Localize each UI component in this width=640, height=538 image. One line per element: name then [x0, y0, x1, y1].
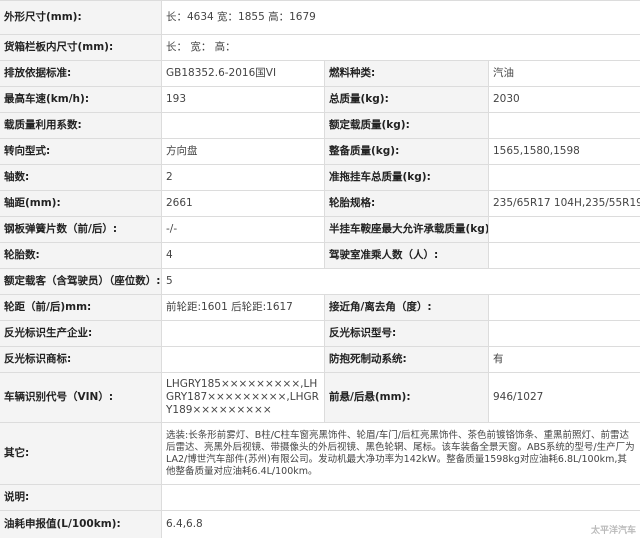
- value-dimensions: 长：4634 宽：1855 高：1679: [161, 1, 640, 34]
- label-saddle-load: 半挂车鞍座最大允许承载质量(kg):: [324, 217, 488, 242]
- label-abs: 防抱死制动系统:: [324, 347, 488, 372]
- table-row: 轮距（前/后)mm: 前轮距:1601 后轮距:1617 接近角/离去角（度）:: [0, 295, 640, 321]
- label-notes: 说明:: [0, 485, 161, 510]
- table-row: 外形尺寸(mm): 长：4634 宽：1855 高：1679: [0, 1, 640, 35]
- value-load-coefficient: [161, 113, 324, 138]
- table-row: 轴数: 2 准拖挂车总质量(kg):: [0, 165, 640, 191]
- value-notes: [161, 485, 640, 510]
- value-reflector-brand: [161, 347, 324, 372]
- value-fuel-type: 汽油: [488, 61, 640, 86]
- watermark-logo: 太平洋汽车: [590, 526, 636, 536]
- label-leaf-springs: 钢板弹簧片数（前/后）:: [0, 217, 161, 242]
- label-emission-standard: 排放依据标准:: [0, 61, 161, 86]
- value-max-speed: 193: [161, 87, 324, 112]
- value-wheelbase: 2661: [161, 191, 324, 216]
- value-vin: LHGRY185×××××××××,LHGRY187×××××××××,LHGR…: [161, 373, 324, 422]
- table-row: 轴距(mm): 2661 轮胎规格: 235/65R17 104H,235/55…: [0, 191, 640, 217]
- label-max-speed: 最高车速(km/h):: [0, 87, 161, 112]
- value-tire-count: 4: [161, 243, 324, 268]
- value-cab-occupants: [488, 243, 640, 268]
- table-row: 说明:: [0, 485, 640, 511]
- value-abs: 有: [488, 347, 640, 372]
- label-axles: 轴数:: [0, 165, 161, 190]
- label-reflector-model: 反光标识型号:: [324, 321, 488, 346]
- value-saddle-load: [488, 217, 640, 242]
- value-axles: 2: [161, 165, 324, 190]
- label-wheelbase: 轴距(mm):: [0, 191, 161, 216]
- label-load-coefficient: 载质量利用系数:: [0, 113, 161, 138]
- table-row: 反光标识生产企业: 反光标识型号:: [0, 321, 640, 347]
- label-curb-mass: 整备质量(kg):: [324, 139, 488, 164]
- value-overhang: 946/1027: [488, 373, 640, 422]
- value-track: 前轮距:1601 后轮距:1617: [161, 295, 324, 320]
- value-leaf-springs: -/-: [161, 217, 324, 242]
- label-steering: 转向型式:: [0, 139, 161, 164]
- value-tire-spec: 235/65R17 104H,235/55R19 101: [488, 191, 640, 216]
- value-total-mass: 2030: [488, 87, 640, 112]
- label-overhang: 前悬/后悬(mm):: [324, 373, 488, 422]
- table-row: 载质量利用系数: 额定载质量(kg):: [0, 113, 640, 139]
- label-total-mass: 总质量(kg):: [324, 87, 488, 112]
- table-row: 其它: 选装:长条形前雾灯、B柱/C柱车窗亮黑饰件、轮眉/车门/后杠亮黑饰件、茶…: [0, 423, 640, 485]
- value-steering: 方向盘: [161, 139, 324, 164]
- label-fuel-consumption: 油耗申报值(L/100km):: [0, 511, 161, 538]
- table-row: 钢板弹簧片数（前/后）: -/- 半挂车鞍座最大允许承载质量(kg):: [0, 217, 640, 243]
- label-approach-departure: 接近角/离去角（度）:: [324, 295, 488, 320]
- value-trailer-mass: [488, 165, 640, 190]
- value-seats: 5: [161, 269, 640, 294]
- label-tire-spec: 轮胎规格:: [324, 191, 488, 216]
- table-row: 额定载客（含驾驶员）（座位数）: 5: [0, 269, 640, 295]
- value-approach-departure: [488, 295, 640, 320]
- label-vin: 车辆识别代号（VIN）:: [0, 373, 161, 422]
- vehicle-spec-table: 外形尺寸(mm): 长：4634 宽：1855 高：1679 货箱栏板内尺寸(m…: [0, 0, 640, 538]
- label-trailer-mass: 准拖挂车总质量(kg):: [324, 165, 488, 190]
- label-cab-occupants: 驾驶室准乘人数（人）:: [324, 243, 488, 268]
- value-cargo-box: 长： 宽： 高：: [161, 35, 640, 60]
- value-rated-load: [488, 113, 640, 138]
- label-cargo-box: 货箱栏板内尺寸(mm):: [0, 35, 161, 60]
- table-row: 最高车速(km/h): 193 总质量(kg): 2030: [0, 87, 640, 113]
- table-row: 油耗申报值(L/100km): 6.4,6.8: [0, 511, 640, 538]
- value-emission-standard: GB18352.6-2016国VI: [161, 61, 324, 86]
- label-fuel-type: 燃料种类:: [324, 61, 488, 86]
- label-other: 其它:: [0, 423, 161, 484]
- label-seats: 额定载客（含驾驶员）（座位数）:: [0, 269, 161, 294]
- table-row: 轮胎数: 4 驾驶室准乘人数（人）:: [0, 243, 640, 269]
- label-dimensions: 外形尺寸(mm):: [0, 1, 161, 34]
- table-row: 转向型式: 方向盘 整备质量(kg): 1565,1580,1598: [0, 139, 640, 165]
- label-reflector-maker: 反光标识生产企业:: [0, 321, 161, 346]
- label-tire-count: 轮胎数:: [0, 243, 161, 268]
- value-other: 选装:长条形前雾灯、B柱/C柱车窗亮黑饰件、轮眉/车门/后杠亮黑饰件、茶色前镀铬…: [161, 423, 640, 484]
- value-reflector-maker: [161, 321, 324, 346]
- value-curb-mass: 1565,1580,1598: [488, 139, 640, 164]
- table-row: 排放依据标准: GB18352.6-2016国VI 燃料种类: 汽油: [0, 61, 640, 87]
- label-track: 轮距（前/后)mm:: [0, 295, 161, 320]
- value-fuel-consumption: 6.4,6.8: [161, 511, 640, 538]
- table-row: 反光标识商标: 防抱死制动系统: 有: [0, 347, 640, 373]
- label-reflector-brand: 反光标识商标:: [0, 347, 161, 372]
- label-rated-load: 额定载质量(kg):: [324, 113, 488, 138]
- table-row: 货箱栏板内尺寸(mm): 长： 宽： 高：: [0, 35, 640, 61]
- table-row: 车辆识别代号（VIN）: LHGRY185×××××××××,LHGRY187×…: [0, 373, 640, 423]
- value-reflector-model: [488, 321, 640, 346]
